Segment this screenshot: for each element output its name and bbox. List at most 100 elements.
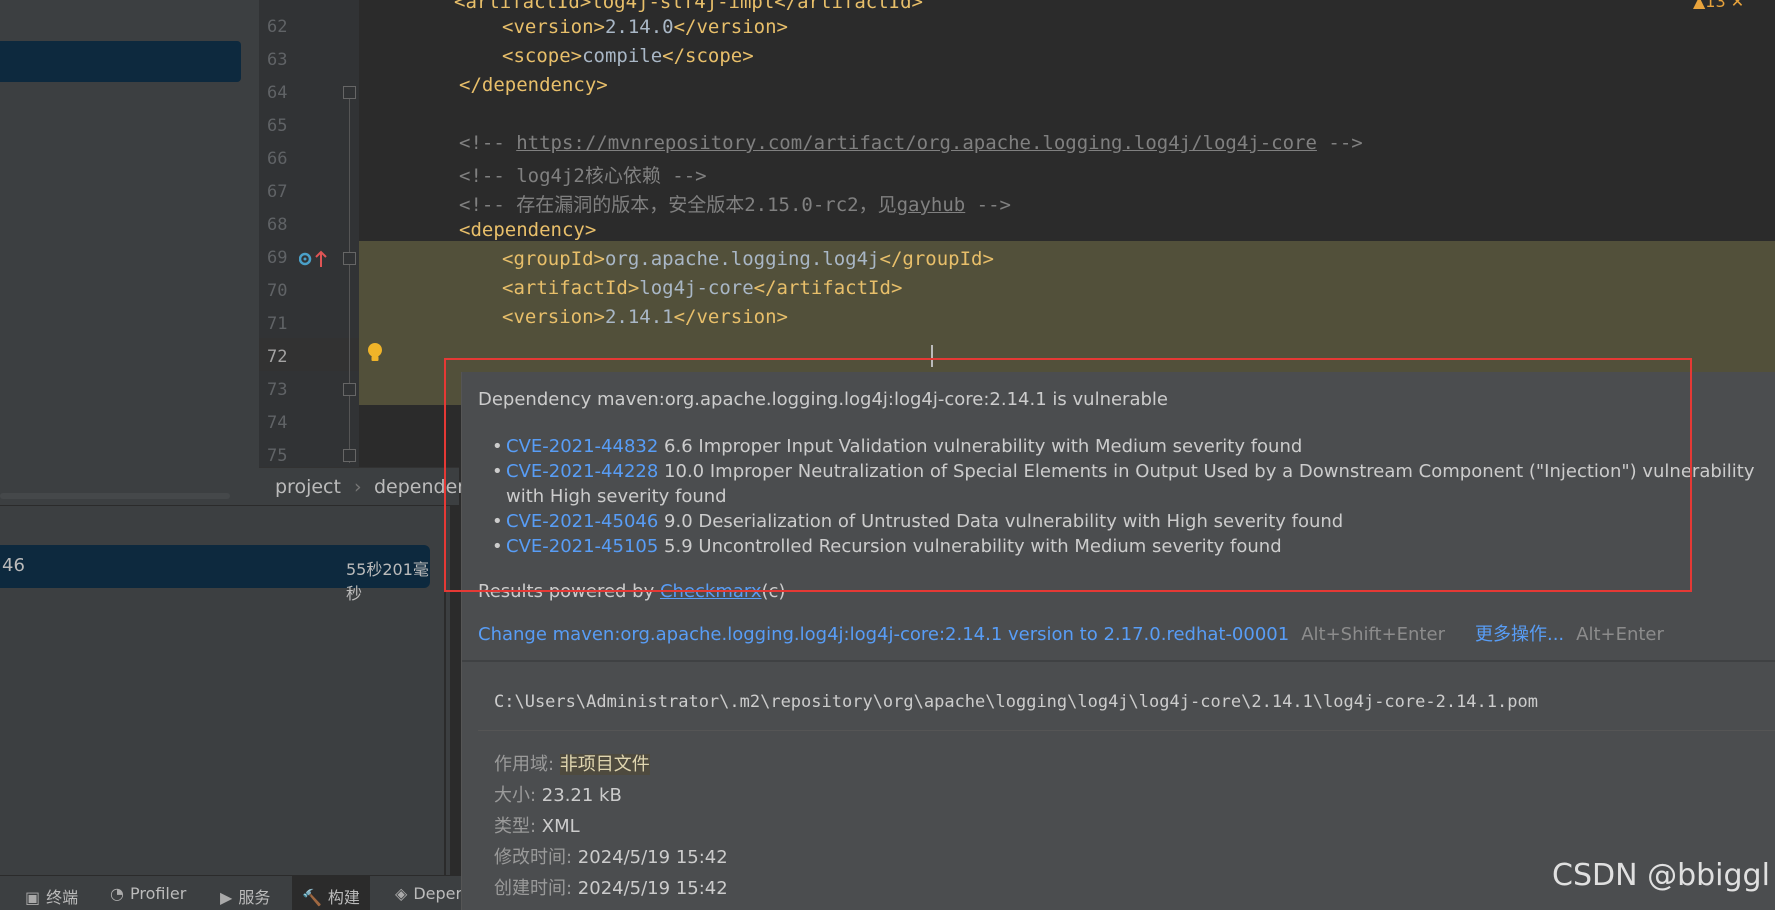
- meta-key: 创建时间:: [494, 878, 578, 899]
- xml-comment: -->: [965, 194, 1011, 216]
- meta-size: 大小: 23.21 kB: [494, 781, 622, 807]
- xml-comment: -->: [1316, 132, 1363, 154]
- code-line-70: <groupId>org.apache.logging.log4j</group…: [502, 248, 994, 270]
- tab-dependencies[interactable]: ◈ Deper: [385, 876, 472, 910]
- splitter[interactable]: [444, 506, 446, 876]
- cve-description: 6.6 Improper Input Validation vulnerabil…: [658, 436, 1303, 457]
- xml-comment: <!-- log4j2核心依赖 -->: [459, 165, 707, 187]
- fold-marker[interactable]: [343, 86, 356, 99]
- xml-tag: </dependency>: [459, 74, 608, 96]
- override-icon[interactable]: [298, 249, 333, 269]
- gutter-icons[interactable]: [298, 249, 333, 273]
- powered-by: Results powered by Checkmarx(c): [478, 581, 785, 602]
- xml-tag: <groupId>: [502, 248, 605, 270]
- cve-list: CVE-2021-44832 6.6 Improper Input Valida…: [492, 434, 1775, 559]
- file-path: C:\Users\Administrator\.m2\repository\or…: [494, 692, 1538, 712]
- tab-services[interactable]: ▶ 服务: [210, 876, 280, 910]
- meta-modified: 修改时间: 2024/5/19 15:42: [494, 843, 728, 869]
- popup-divider: [462, 660, 1775, 662]
- lightbulb-icon[interactable]: [366, 342, 384, 364]
- project-panel: [0, 0, 259, 505]
- line-number: 75: [267, 446, 288, 466]
- watermark: CSDN @bbiggl: [1552, 858, 1770, 893]
- checkmarx-link[interactable]: Checkmarx: [660, 581, 762, 602]
- line-number: 70: [267, 281, 288, 301]
- code-line-68: <!-- 存在漏洞的版本，安全版本2.15.0-rc2，见gayhub -->: [459, 190, 1011, 217]
- meta-value: 23.21 kB: [541, 785, 622, 806]
- tab-label: 构建: [327, 888, 360, 907]
- build-icon: 🔨: [302, 888, 322, 907]
- fold-marker[interactable]: [343, 449, 356, 462]
- xml-tag: <version>: [502, 16, 605, 38]
- terminal-icon: ▣: [25, 888, 41, 907]
- code-line-63: <scope>compile</scope>: [502, 45, 754, 67]
- cve-description: 5.9 Uncontrolled Recursion vulnerability…: [658, 536, 1282, 557]
- xml-value: org.apache.logging.log4j: [604, 248, 880, 270]
- more-actions-link[interactable]: 更多操作...: [1475, 624, 1564, 645]
- line-number: 64: [267, 83, 288, 103]
- project-tree-selected-row[interactable]: [0, 41, 241, 82]
- change-version-action[interactable]: Change maven:org.apache.logging.log4j:lo…: [478, 624, 1289, 645]
- meta-key: 修改时间:: [494, 847, 578, 868]
- text-caret: [931, 345, 933, 367]
- build-row-selected[interactable]: 46 55秒201毫秒: [0, 545, 430, 603]
- tab-label: 终端: [46, 888, 79, 907]
- horizontal-scrollbar[interactable]: [0, 493, 230, 499]
- tab-label: 服务: [238, 888, 271, 907]
- powered-prefix: Results powered by: [478, 581, 660, 602]
- cve-list-item: CVE-2021-44228 10.0 Improper Neutralizat…: [492, 459, 1775, 509]
- xml-value: log4j-core: [639, 277, 754, 299]
- line-number: 71: [267, 314, 288, 334]
- inspection-badge[interactable]: ▲13 ✕: [1693, 0, 1744, 11]
- code-line-66: <!-- https://mvnrepository.com/artifact/…: [459, 132, 1363, 154]
- cve-link[interactable]: CVE-2021-44228: [506, 461, 658, 482]
- cve-link[interactable]: CVE-2021-45105: [506, 536, 658, 557]
- tab-profiler[interactable]: ◔ Profiler: [100, 876, 196, 910]
- xml-tag: <scope>: [502, 45, 583, 67]
- popup-divider: [478, 730, 1775, 731]
- xml-value: compile: [582, 45, 663, 67]
- code-line-61: <artifactId>log4j-slf4j-impl</artifactId…: [454, 0, 923, 13]
- line-number: 67: [267, 182, 288, 202]
- breadcrumb-item-dependency[interactable]: dependen: [374, 476, 469, 498]
- fold-marker[interactable]: [343, 252, 356, 265]
- cve-list-item: CVE-2021-45105 5.9 Uncontrolled Recursio…: [492, 534, 1775, 559]
- meta-value: 2024/5/19 15:42: [577, 847, 728, 868]
- fold-guide: [349, 88, 350, 463]
- popup-title: Dependency maven:org.apache.logging.log4…: [478, 389, 1168, 410]
- cve-list-item: CVE-2021-45046 9.0 Deserialization of Un…: [492, 509, 1775, 534]
- xml-comment: <!-- 存在漏洞的版本，安全版本2.15.0-rc2，见: [459, 194, 897, 216]
- line-number: 68: [267, 215, 288, 235]
- xml-comment: <!--: [459, 132, 517, 154]
- code-line-67: <!-- log4j2核心依赖 -->: [459, 161, 707, 188]
- editor-gutter: 62 63 64 65 66 67 68 69 70 71 72 73 74 7…: [259, 0, 382, 467]
- popup-inspection-section: Dependency maven:org.apache.logging.log4…: [462, 372, 1775, 660]
- meta-scope: 作用域: 非项目文件: [494, 750, 650, 776]
- xml-tag: </scope>: [662, 45, 754, 67]
- tab-label: Profiler: [129, 884, 187, 903]
- services-icon: ▶: [220, 888, 233, 907]
- fold-marker[interactable]: [343, 383, 356, 396]
- more-actions-shortcut: Alt+Enter: [1576, 624, 1664, 645]
- tab-terminal[interactable]: ▣ 终端: [15, 876, 88, 910]
- breadcrumb: project › dependen: [259, 467, 469, 505]
- breadcrumb-separator: ›: [354, 476, 362, 498]
- quick-fix-row: Change maven:org.apache.logging.log4j:lo…: [478, 620, 1664, 646]
- build-duration: 55秒201毫秒: [346, 560, 429, 603]
- tab-build[interactable]: 🔨 构建: [292, 876, 370, 910]
- xml-tag: </version>: [673, 16, 788, 38]
- line-number: 62: [267, 17, 288, 37]
- line-number: 73: [267, 380, 288, 400]
- xml-tag: <artifactId>: [502, 277, 640, 299]
- breadcrumb-item-project[interactable]: project: [275, 476, 341, 498]
- meta-value: 2024/5/19 15:42: [577, 878, 728, 899]
- cve-link[interactable]: CVE-2021-44832: [506, 436, 658, 457]
- xml-tag: <dependency>: [459, 219, 597, 241]
- cve-link[interactable]: CVE-2021-45046: [506, 511, 658, 532]
- meta-type: 类型: XML: [494, 812, 580, 838]
- profiler-icon: ◔: [110, 884, 124, 903]
- meta-key: 大小:: [494, 785, 542, 806]
- cve-description: 9.0 Deserialization of Untrusted Data vu…: [658, 511, 1344, 532]
- fix-shortcut: Alt+Shift+Enter: [1301, 624, 1445, 645]
- meta-value: 非项目文件: [559, 754, 650, 775]
